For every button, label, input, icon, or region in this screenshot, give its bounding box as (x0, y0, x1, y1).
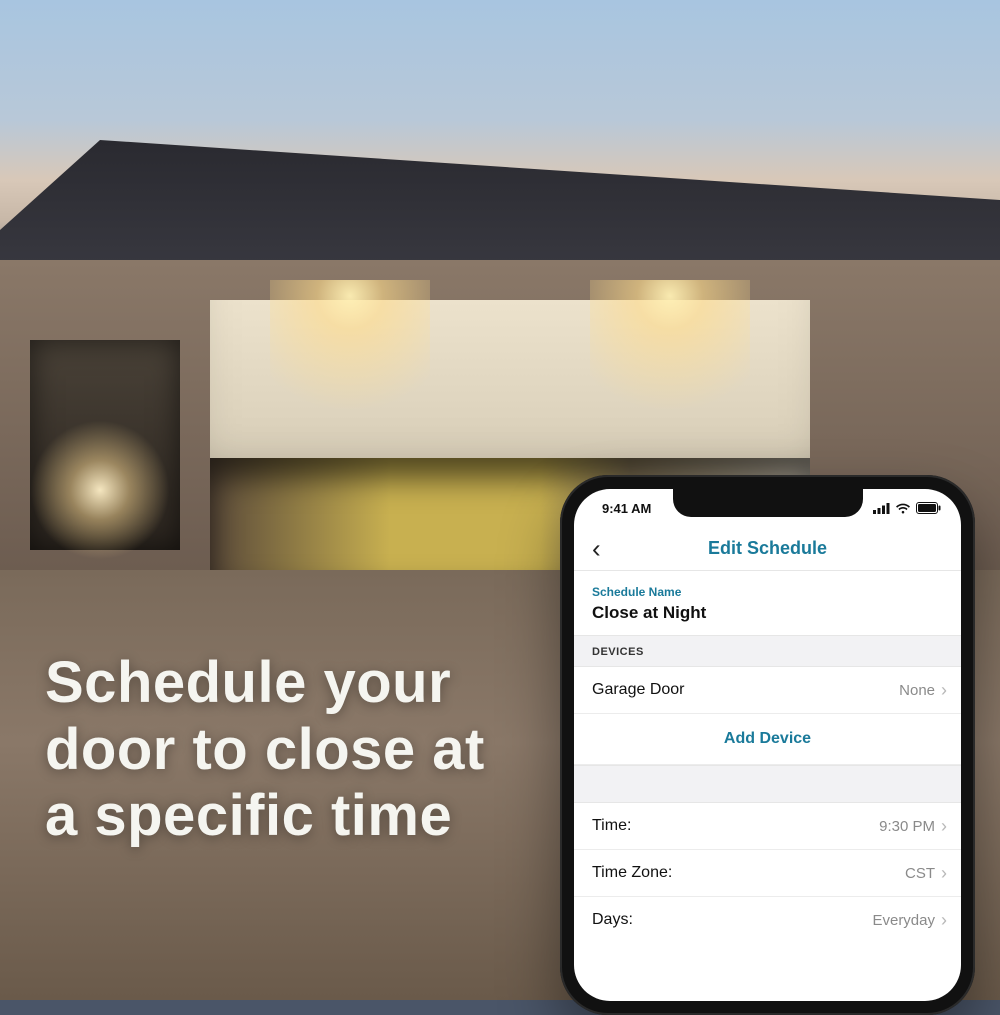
settings-row-time[interactable]: Time: 9:30 PM › (574, 803, 961, 850)
wifi-icon (895, 503, 911, 514)
chevron-right-icon: › (941, 911, 947, 929)
settings-row-label: Time Zone: (592, 864, 672, 882)
settings-row-value: Everyday (872, 912, 935, 929)
settings-row-days[interactable]: Days: Everyday › (574, 897, 961, 943)
schedule-name-field[interactable]: Schedule Name Close at Night (574, 571, 961, 635)
chevron-right-icon: › (941, 864, 947, 882)
status-time: 9:41 AM (602, 501, 651, 516)
device-row-value: None (899, 682, 935, 699)
battery-icon (916, 502, 941, 514)
page-title: Edit Schedule (708, 538, 827, 559)
chevron-right-icon: › (941, 817, 947, 835)
schedule-name-value: Close at Night (592, 603, 943, 623)
settings-row-label: Time: (592, 817, 631, 835)
add-device-button[interactable]: Add Device (574, 714, 961, 765)
device-row-label: Garage Door (592, 681, 685, 699)
phone-frame: 9:41 AM ‹ Edit Schedule Schedule N (560, 475, 975, 1015)
nav-header: ‹ Edit Schedule (574, 527, 961, 571)
phone-notch (673, 489, 863, 517)
settings-row-value: CST (905, 865, 935, 882)
schedule-name-label: Schedule Name (592, 585, 943, 599)
device-row-garage-door[interactable]: Garage Door None › (574, 667, 961, 714)
back-button[interactable]: ‹ (584, 529, 609, 568)
phone-screen: 9:41 AM ‹ Edit Schedule Schedule N (574, 489, 961, 1001)
signal-icon (873, 503, 890, 514)
marketing-headline: Schedule your door to close at a specifi… (45, 650, 525, 850)
devices-header: DEVICES (574, 635, 961, 667)
settings-row-label: Days: (592, 911, 633, 929)
settings-row-value: 9:30 PM (879, 818, 935, 835)
chevron-left-icon: ‹ (592, 533, 601, 563)
section-spacer (574, 765, 961, 803)
settings-row-timezone[interactable]: Time Zone: CST › (574, 850, 961, 897)
chevron-right-icon: › (941, 681, 947, 699)
